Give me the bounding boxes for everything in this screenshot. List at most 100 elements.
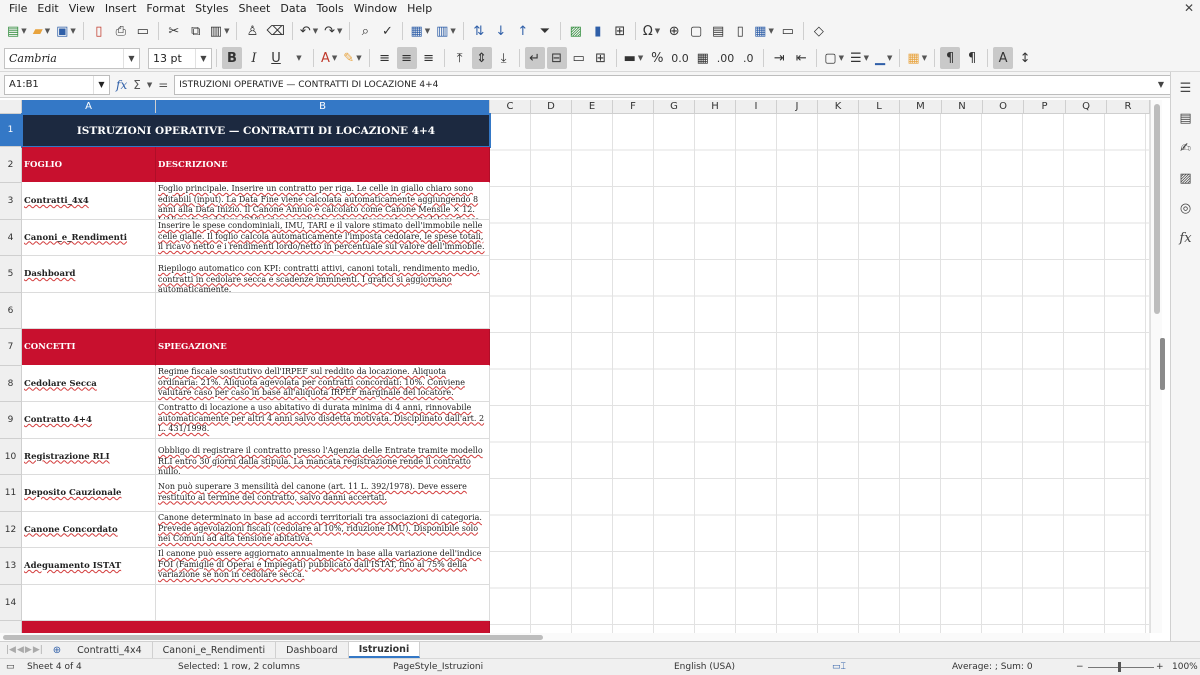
- unmerge-cells-icon[interactable]: ⊞: [591, 47, 611, 69]
- horizontal-scrollbar[interactable]: [0, 633, 1150, 641]
- insert-image-icon[interactable]: ▨: [566, 20, 586, 42]
- spreadsheet-grid[interactable]: A B C D E F G H I J K L M N O P Q R 1 2 …: [0, 100, 1150, 633]
- cell-b8[interactable]: Regime fiscale sostitutivo dell'IRPEF su…: [156, 366, 490, 402]
- menu-edit[interactable]: Edit: [32, 0, 63, 17]
- text-orientation-icon[interactable]: A: [993, 47, 1014, 69]
- zoom-in-icon[interactable]: +: [1156, 662, 1164, 672]
- column-header-g[interactable]: G: [654, 100, 695, 114]
- menu-file[interactable]: File: [4, 0, 32, 17]
- font-color-icon[interactable]: A ▼: [319, 47, 339, 69]
- expand-formula-icon[interactable]: ▼: [1158, 80, 1164, 89]
- paste-icon[interactable]: ▥ ▼: [208, 20, 232, 42]
- menu-styles[interactable]: Styles: [190, 0, 233, 17]
- cell-b9[interactable]: Contratto di locazione a uso abitativo d…: [156, 402, 490, 439]
- clear-formatting-icon[interactable]: ⌫: [264, 20, 286, 42]
- hyperlink-icon[interactable]: ⊕: [664, 20, 684, 42]
- align-middle-icon[interactable]: ⇕: [471, 47, 492, 69]
- undo-icon[interactable]: ↶ ▼: [298, 20, 320, 42]
- chevron-down-icon[interactable]: ▼: [93, 75, 109, 94]
- align-right-icon[interactable]: ≡: [419, 47, 439, 69]
- pivot-table-icon[interactable]: ⊞: [610, 20, 630, 42]
- cell-b3[interactable]: Foglio principale. Inserire un contratto…: [156, 183, 490, 220]
- font-name-combobox[interactable]: Cambria ▼: [4, 47, 140, 69]
- column-header-a[interactable]: A: [22, 100, 156, 114]
- sidebar-menu-icon[interactable]: ☰: [1176, 78, 1196, 98]
- sort-icon[interactable]: ⇅: [469, 20, 489, 42]
- split-window-icon[interactable]: ▭: [778, 20, 798, 42]
- tab-istruzioni[interactable]: Istruzioni: [348, 642, 421, 658]
- print-icon[interactable]: ⎙: [111, 20, 131, 42]
- italic-button[interactable]: I: [244, 47, 264, 69]
- cell-a9[interactable]: Contratto 4+4: [22, 402, 156, 439]
- row-header-6[interactable]: 6: [0, 293, 22, 329]
- select-all-corner[interactable]: [0, 100, 22, 114]
- header-descrizione[interactable]: DESCRIZIONE: [156, 147, 490, 183]
- sum-icon[interactable]: Σ: [133, 78, 141, 92]
- row-header-12[interactable]: 12: [0, 512, 22, 548]
- align-center-icon[interactable]: ≡: [396, 47, 417, 69]
- cell-a14[interactable]: [22, 585, 156, 621]
- next-sheet-icon[interactable]: ▶: [25, 645, 32, 655]
- remove-decimal-button[interactable]: .0: [738, 47, 758, 69]
- previous-sheet-icon[interactable]: ◀: [17, 645, 24, 655]
- menu-tools[interactable]: Tools: [312, 0, 349, 17]
- cell-a8[interactable]: Cedolare Secca: [22, 366, 156, 402]
- autofilter-icon[interactable]: ⏷: [535, 20, 555, 42]
- zoom-level[interactable]: 100%: [1172, 662, 1198, 672]
- decrease-indent-icon[interactable]: ⇤: [791, 47, 811, 69]
- column-header-r[interactable]: R: [1107, 100, 1150, 114]
- clone-formatting-icon[interactable]: ♙: [242, 20, 262, 42]
- number-format-button[interactable]: 0.0: [669, 47, 691, 69]
- date-format-icon[interactable]: ▦: [693, 47, 713, 69]
- sidebar-resize-handle[interactable]: [1160, 338, 1165, 390]
- menu-window[interactable]: Window: [349, 0, 402, 17]
- vertical-text-icon[interactable]: ↕: [1015, 47, 1035, 69]
- row-header-2[interactable]: 2: [0, 147, 22, 183]
- row-header-4[interactable]: 4: [0, 220, 22, 256]
- menu-insert[interactable]: Insert: [100, 0, 142, 17]
- column-header-m[interactable]: M: [900, 100, 942, 114]
- merge-cells-icon[interactable]: ▭: [569, 47, 589, 69]
- tab-dashboard[interactable]: Dashboard: [276, 642, 349, 658]
- spellcheck-icon[interactable]: ✓: [377, 20, 397, 42]
- font-size-combobox[interactable]: 13 pt ▼: [148, 47, 212, 69]
- align-top-icon[interactable]: ⤒: [450, 47, 470, 69]
- menu-help[interactable]: Help: [402, 0, 437, 17]
- column-header-o[interactable]: O: [983, 100, 1024, 114]
- cell-b13[interactable]: Il canone può essere aggiornato annualme…: [156, 548, 490, 585]
- cell-b12[interactable]: Canone determinato in base ad accordi te…: [156, 512, 490, 548]
- gallery-icon[interactable]: ▨: [1176, 168, 1196, 188]
- properties-icon[interactable]: ▤: [1176, 108, 1196, 128]
- border-color-icon[interactable]: ▁ ▼: [873, 47, 894, 69]
- align-bottom-icon[interactable]: ⤓: [494, 47, 514, 69]
- open-folder-icon[interactable]: ▰ ▼: [31, 20, 52, 42]
- cell-b11[interactable]: Non può superare 3 mensilità del canone …: [156, 475, 490, 512]
- add-sheet-icon[interactable]: ⊕: [53, 645, 61, 656]
- add-decimal-button[interactable]: .00: [715, 47, 737, 69]
- tab-contratti[interactable]: Contratti_4x4: [67, 642, 153, 658]
- vertical-scroll-thumb[interactable]: [1154, 104, 1160, 314]
- tab-canoni-rendimenti[interactable]: Canoni_e_Rendimenti: [153, 642, 277, 658]
- name-box[interactable]: A1:B1 ▼: [4, 74, 110, 95]
- row-header-9[interactable]: 9: [0, 402, 22, 439]
- cell-a10[interactable]: Registrazione RLI: [22, 439, 156, 475]
- column-header-b[interactable]: B: [156, 100, 490, 114]
- cell-b4[interactable]: Inserire le spese condominiali, IMU, TAR…: [156, 220, 490, 256]
- menu-sheet[interactable]: Sheet: [234, 0, 276, 17]
- row-header-3[interactable]: 3: [0, 183, 22, 220]
- row-header-1[interactable]: 1: [0, 114, 22, 147]
- sort-ascending-icon[interactable]: ↓: [491, 20, 511, 42]
- chevron-down-icon[interactable]: ▼: [195, 48, 211, 68]
- cut-icon[interactable]: ✂: [164, 20, 184, 42]
- cell-a3[interactable]: Contratti_4x4: [22, 183, 156, 220]
- column-header-n[interactable]: N: [942, 100, 983, 114]
- row-header-8[interactable]: 8: [0, 366, 22, 402]
- define-print-area-icon[interactable]: ▯: [730, 20, 750, 42]
- row-icon[interactable]: ▦ ▼: [408, 20, 432, 42]
- headers-footers-icon[interactable]: ▤: [708, 20, 728, 42]
- left-to-right-icon[interactable]: ¶: [940, 47, 961, 69]
- cell-b14[interactable]: [156, 585, 490, 621]
- menu-view[interactable]: View: [64, 0, 100, 17]
- function-wizard-icon[interactable]: fx: [116, 78, 127, 92]
- page-style[interactable]: PageStyle_Istruzioni: [393, 662, 483, 672]
